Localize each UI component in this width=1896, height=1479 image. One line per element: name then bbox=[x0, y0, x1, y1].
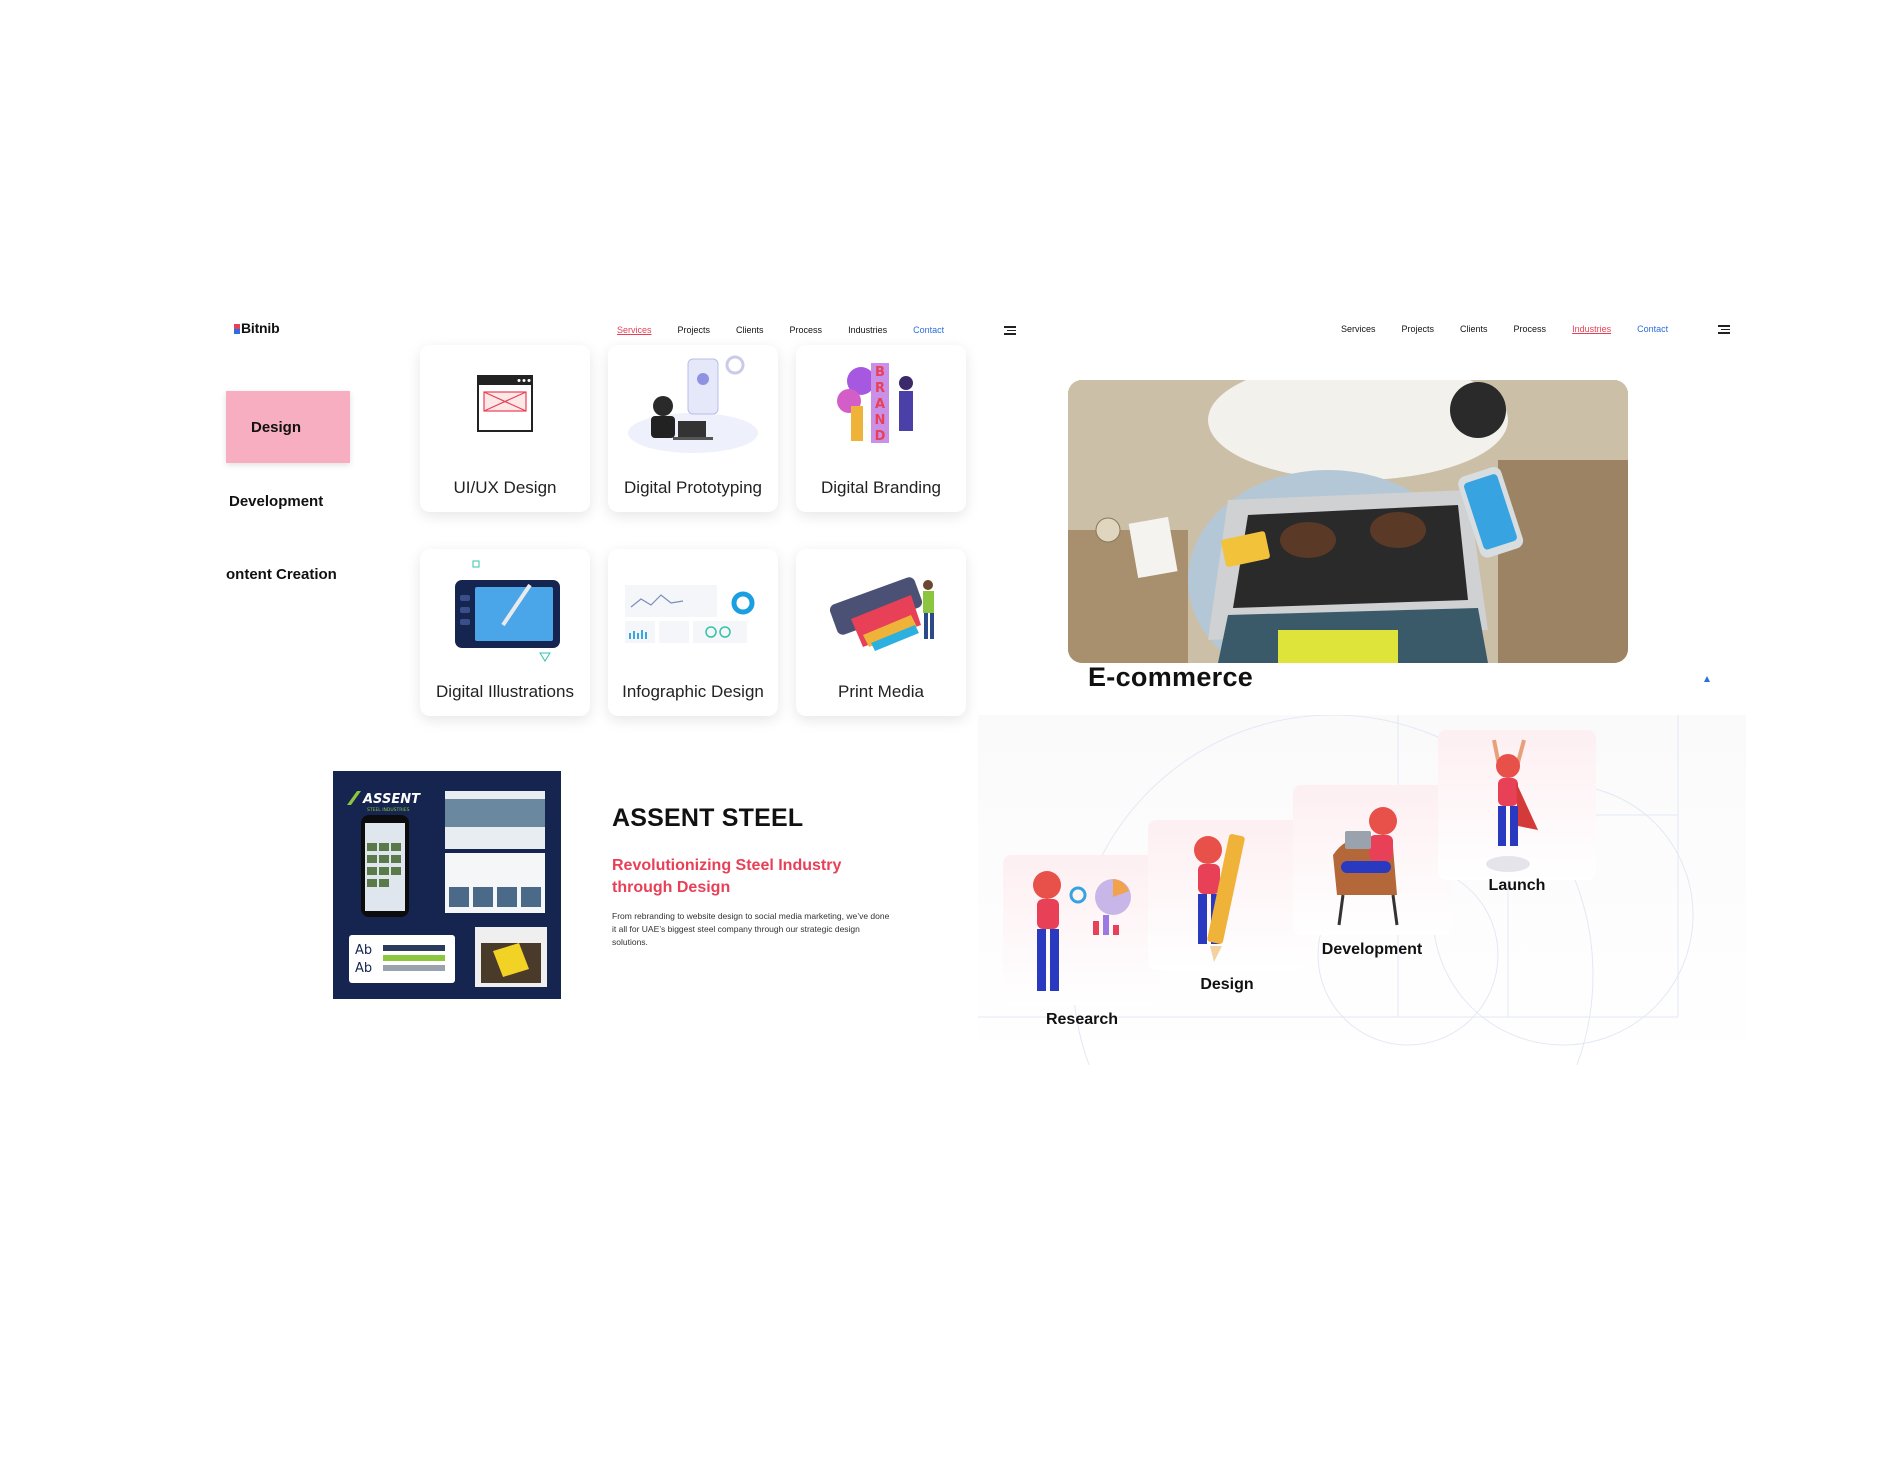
nav-industries[interactable]: Industries bbox=[1572, 324, 1611, 334]
nav-projects[interactable]: Projects bbox=[678, 325, 711, 335]
nav-process[interactable]: Process bbox=[790, 325, 823, 335]
tab-design-label: Design bbox=[251, 419, 302, 436]
stage-label-launch: Launch bbox=[1488, 877, 1546, 894]
design-figure-illustration bbox=[1194, 834, 1245, 962]
thumb-brand: ASSENT bbox=[362, 792, 421, 807]
service-card-uiux[interactable]: UI/UX Design bbox=[420, 345, 590, 512]
stage-label-development: Development bbox=[1321, 941, 1423, 958]
service-card-illustrations[interactable]: Digital Illustrations bbox=[420, 549, 590, 716]
stage-label-research: Research bbox=[1045, 1011, 1119, 1028]
launch-figure-illustration bbox=[1486, 739, 1538, 872]
print-media-illustration bbox=[829, 577, 934, 651]
infographic-illustration bbox=[625, 585, 755, 643]
nav-clients[interactable]: Clients bbox=[1460, 324, 1488, 334]
nav-services[interactable]: Services bbox=[1341, 324, 1376, 334]
nav-clients[interactable]: Clients bbox=[736, 325, 764, 335]
svg-text:R: R bbox=[875, 381, 885, 396]
service-card-prototyping[interactable]: Digital Prototyping bbox=[608, 345, 778, 512]
project-subtitle: Revolutionizing Steel Industry through D… bbox=[612, 855, 841, 899]
assent-steel-showcase-image: ASSENT STEEL INDUSTRIES Ab Ab bbox=[347, 791, 547, 987]
thumb-ab-1: Ab bbox=[355, 943, 372, 958]
menu-icon[interactable] bbox=[1718, 325, 1730, 334]
top-nav-2: Services Projects Clients Process Indust… bbox=[1341, 324, 1694, 334]
card-label: Infographic Design bbox=[622, 682, 764, 701]
stage-card-research[interactable] bbox=[1003, 855, 1161, 1005]
browser-wireframe-icon bbox=[477, 375, 533, 432]
project-subtitle-line2: through Design bbox=[612, 879, 731, 896]
project-description: From rebranding to website design to soc… bbox=[612, 911, 890, 947]
industry-title: E-commerce bbox=[1088, 662, 1254, 692]
project-title: ASSENT STEEL bbox=[612, 804, 804, 832]
tab-development[interactable]: Development bbox=[229, 493, 323, 510]
research-figure-illustration bbox=[1033, 871, 1131, 991]
logo-text: Bitnib bbox=[241, 320, 280, 336]
project-subtitle-line1: Revolutionizing Steel Industry bbox=[612, 857, 842, 874]
scroll-up-icon[interactable] bbox=[1704, 676, 1710, 682]
svg-text:A: A bbox=[875, 397, 885, 412]
development-figure-illustration bbox=[1333, 807, 1399, 926]
industries-panel: Services Projects Clients Process Indust… bbox=[976, 310, 1746, 1070]
services-panel: Bitnib Services Projects Clients Process… bbox=[226, 310, 1016, 1050]
svg-text:B: B bbox=[875, 365, 885, 380]
nav-projects[interactable]: Projects bbox=[1402, 324, 1435, 334]
logo-mark-icon bbox=[234, 324, 240, 334]
top-nav: Services Projects Clients Process Indust… bbox=[617, 325, 970, 335]
nav-process[interactable]: Process bbox=[1514, 324, 1547, 334]
project-thumbnail[interactable]: ASSENT STEEL INDUSTRIES Ab Ab bbox=[333, 771, 561, 999]
thumb-brand-sub: STEEL INDUSTRIES bbox=[367, 807, 410, 813]
service-card-print[interactable]: Print Media bbox=[796, 549, 966, 716]
card-label: Digital Prototyping bbox=[624, 478, 762, 497]
tab-content-creation[interactable]: ontent Creation bbox=[226, 566, 337, 583]
tab-design[interactable]: Design bbox=[226, 391, 350, 463]
card-label: UI/UX Design bbox=[453, 478, 557, 497]
stage-card-launch[interactable] bbox=[1438, 730, 1596, 880]
service-card-branding[interactable]: B R A N D Digital Branding bbox=[796, 345, 966, 512]
stage-card-development[interactable] bbox=[1293, 785, 1451, 935]
drawing-tablet-illustration bbox=[455, 560, 560, 662]
nav-contact[interactable]: Contact bbox=[1637, 324, 1668, 334]
card-label: Digital Branding bbox=[820, 478, 941, 497]
service-card-infographic[interactable]: Infographic Design bbox=[608, 549, 778, 716]
nav-contact[interactable]: Contact bbox=[913, 325, 944, 335]
svg-text:N: N bbox=[875, 413, 886, 428]
thumb-ab-2: Ab bbox=[355, 961, 372, 976]
branding-illustration: B R A N D bbox=[837, 363, 913, 444]
site-logo[interactable]: Bitnib bbox=[234, 320, 280, 336]
nav-services[interactable]: Services bbox=[617, 325, 652, 335]
nav-industries[interactable]: Industries bbox=[848, 325, 887, 335]
process-section: Research Design Development Launch bbox=[978, 715, 1746, 1065]
card-label: Digital Illustrations bbox=[436, 682, 574, 701]
stage-card-design[interactable] bbox=[1148, 820, 1306, 970]
stage-label-design: Design bbox=[1200, 976, 1254, 993]
svg-text:D: D bbox=[875, 429, 886, 444]
card-label: Print Media bbox=[838, 682, 924, 701]
laptop-shopping-photo bbox=[1068, 380, 1628, 663]
prototyping-illustration bbox=[628, 355, 758, 453]
ecommerce-hero-image bbox=[1068, 380, 1628, 663]
